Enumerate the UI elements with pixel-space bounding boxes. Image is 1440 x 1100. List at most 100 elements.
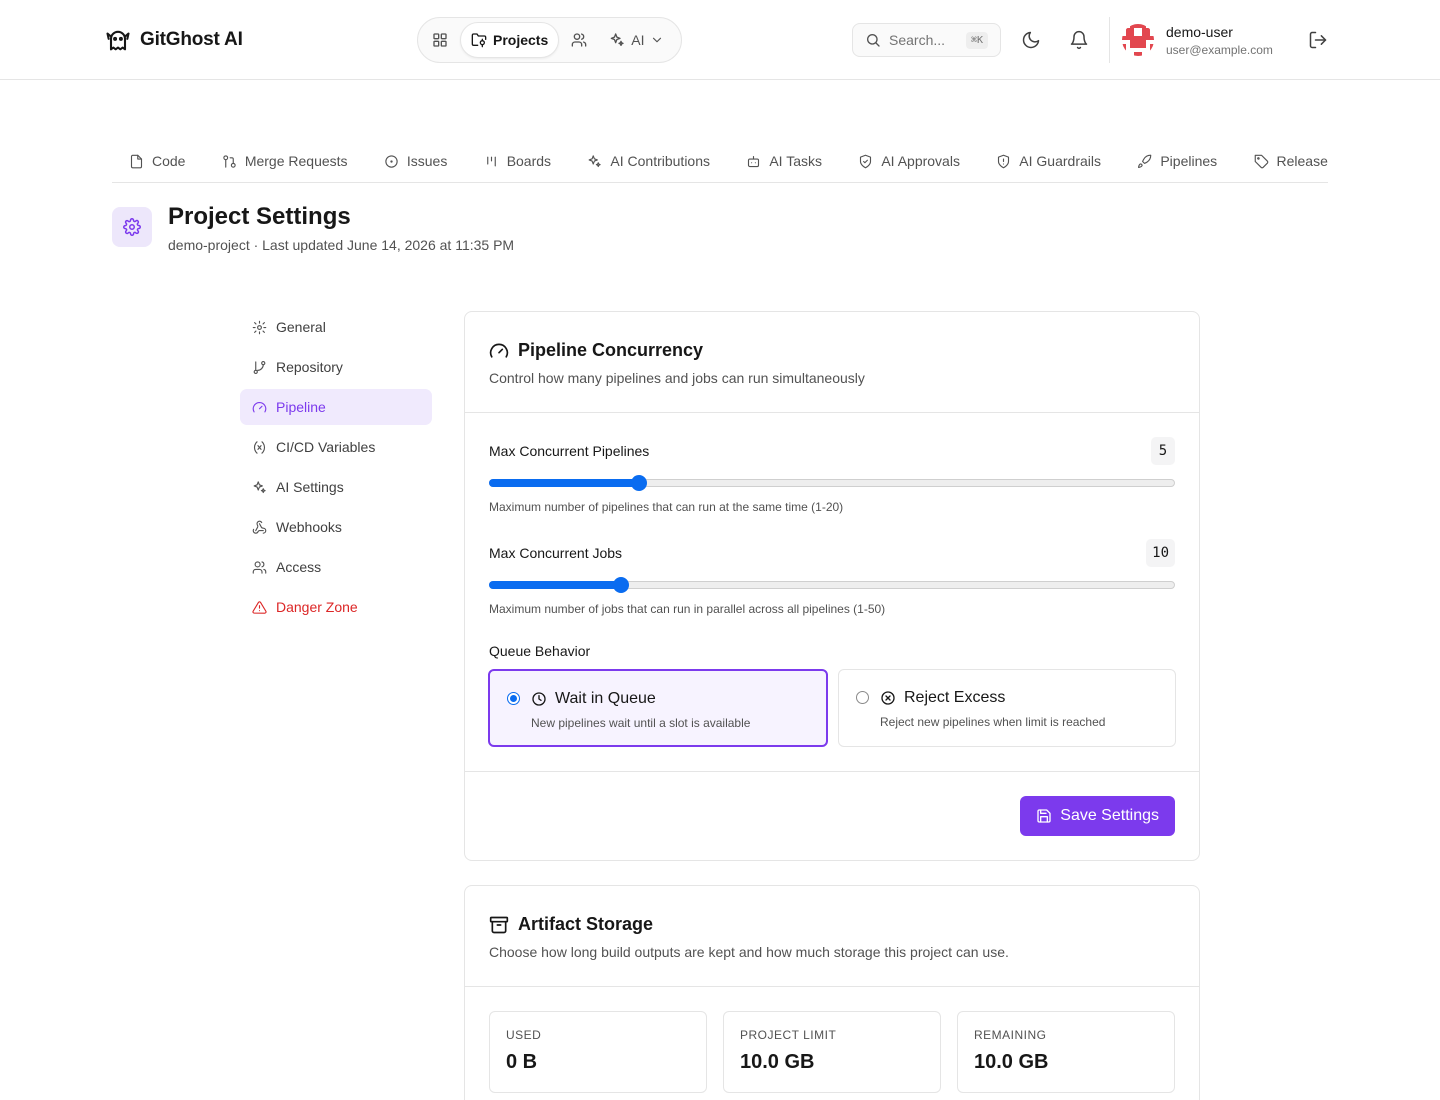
search-input[interactable]: Search... ⌘K — [852, 23, 1001, 57]
card-title: Artifact Storage — [489, 914, 653, 935]
nav-ai-label: AI — [631, 32, 645, 48]
users-icon — [252, 560, 267, 574]
sidebar-item-ai-settings[interactable]: AI Settings — [240, 469, 432, 505]
stat-value: 10.0 GB — [740, 1051, 815, 1073]
tab-ai-tasks[interactable]: AI Tasks — [746, 153, 822, 169]
stat-remaining: REMAINING 10.0 GB — [957, 1011, 1175, 1093]
nav-projects-label: Projects — [493, 32, 549, 48]
sidebar-item-label: General — [276, 319, 326, 335]
radio-button-selected[interactable] — [507, 692, 520, 705]
sidebar-item-webhooks[interactable]: Webhooks — [240, 509, 432, 545]
notifications-button[interactable] — [1069, 30, 1089, 50]
logout-icon — [1309, 31, 1327, 49]
tab-label: AI Tasks — [769, 153, 822, 169]
users-icon — [571, 33, 587, 47]
tab-issues[interactable]: Issues — [384, 153, 447, 169]
user-name: demo-user — [1166, 24, 1233, 40]
bell-icon — [1070, 30, 1088, 50]
chevron-down-icon — [653, 37, 662, 43]
tab-ai-approvals[interactable]: AI Approvals — [858, 153, 960, 169]
kanban-icon — [486, 156, 496, 166]
bot-icon — [748, 155, 760, 167]
tab-label: Release — [1276, 153, 1328, 169]
nav-ai-dropdown[interactable]: AI — [599, 22, 674, 58]
project-tabs: Code Merge Requests Issues Boards AI Con… — [112, 140, 1328, 183]
gear-icon — [252, 320, 267, 334]
save-icon — [1037, 809, 1051, 823]
sidebar-item-cicd-variables[interactable]: CI/CD Variables — [240, 429, 432, 465]
shield-alert-icon — [998, 154, 1010, 168]
sidebar-item-repository[interactable]: Repository — [240, 349, 432, 385]
avatar[interactable] — [1122, 24, 1154, 56]
card-description: Choose how long build outputs are kept a… — [489, 944, 1009, 960]
circle-x-icon — [881, 691, 895, 705]
card-divider — [465, 412, 1199, 413]
clock-icon — [532, 692, 546, 706]
sidebar-item-label: Danger Zone — [276, 599, 358, 615]
queue-option-wait[interactable]: Wait in Queue New pipelines wait until a… — [488, 669, 828, 747]
identicon-avatar-icon — [1122, 24, 1154, 56]
card-description: Control how many pipelines and jobs can … — [489, 370, 865, 386]
sidebar-item-danger-zone[interactable]: Danger Zone — [240, 589, 432, 625]
tab-ai-contributions[interactable]: AI Contributions — [587, 153, 710, 169]
tab-ai-guardrails[interactable]: AI Guardrails — [996, 153, 1101, 169]
card-title: Pipeline Concurrency — [489, 340, 703, 361]
slider-thumb[interactable] — [612, 577, 629, 593]
max-jobs-value: 10 — [1146, 539, 1175, 567]
user-email: user@example.com — [1166, 43, 1273, 57]
save-settings-button[interactable]: Save Settings — [1020, 796, 1175, 836]
tab-merge-requests[interactable]: Merge Requests — [222, 153, 348, 169]
tab-release[interactable]: Release — [1254, 153, 1328, 169]
sidebar-item-access[interactable]: Access — [240, 549, 432, 585]
brand-logo[interactable]: GitGhost AI — [104, 26, 243, 54]
stat-label: PROJECT LIMIT — [740, 1028, 837, 1042]
top-navigation: Projects AI — [417, 17, 682, 63]
max-jobs-slider[interactable] — [489, 577, 1175, 593]
folder-git-icon — [471, 33, 487, 48]
sparkles-icon — [253, 480, 266, 493]
nav-projects-button[interactable]: Projects — [460, 22, 560, 58]
card-title-text: Pipeline Concurrency — [518, 340, 704, 360]
save-button-label: Save Settings — [1060, 807, 1159, 824]
logout-button[interactable] — [1308, 30, 1328, 50]
tab-label: Merge Requests — [244, 153, 348, 169]
gear-icon — [123, 218, 141, 236]
radio-button[interactable] — [856, 691, 869, 704]
queue-option-reject[interactable]: Reject Excess Reject new pipelines when … — [838, 669, 1176, 747]
tab-label: Code — [152, 153, 186, 169]
webhook-icon — [252, 520, 267, 534]
header-divider — [1109, 17, 1110, 63]
sidebar-item-label: AI Settings — [276, 479, 344, 495]
slider-thumb[interactable] — [630, 475, 647, 491]
sidebar-item-general[interactable]: General — [240, 309, 432, 345]
sidebar-item-label: Repository — [276, 359, 343, 375]
option-title: Reject Excess — [880, 689, 1005, 707]
page-title: Project Settings — [168, 203, 351, 230]
tab-pipelines[interactable]: Pipelines — [1137, 153, 1217, 169]
nav-dashboard-button[interactable] — [422, 22, 458, 58]
card-title-text: Artifact Storage — [518, 914, 654, 934]
moon-icon — [1022, 31, 1040, 49]
max-pipelines-slider[interactable] — [489, 475, 1175, 491]
gauge-icon — [252, 401, 267, 412]
tab-label: AI Contributions — [610, 153, 710, 169]
app-header: GitGhost AI Projects AI Search... ⌘K dem… — [0, 0, 1440, 80]
theme-toggle-button[interactable] — [1021, 30, 1041, 50]
nav-users-button[interactable] — [561, 22, 597, 58]
stat-project-limit: PROJECT LIMIT 10.0 GB — [723, 1011, 941, 1093]
tab-boards[interactable]: Boards — [484, 153, 551, 169]
git-pull-request-icon — [223, 154, 236, 168]
sidebar-item-label: Access — [276, 559, 322, 575]
slider-fill — [489, 479, 638, 487]
card-divider — [465, 771, 1199, 772]
max-pipelines-label: Max Concurrent Pipelines — [489, 443, 650, 459]
sidebar-item-pipeline[interactable]: Pipeline — [240, 389, 432, 425]
search-placeholder: Search... — [889, 32, 946, 48]
max-pipelines-value: 5 — [1151, 437, 1175, 465]
page-title-icon — [112, 207, 152, 247]
stat-value: 0 B — [506, 1051, 538, 1073]
warning-icon — [252, 600, 267, 614]
option-title-text: Reject Excess — [904, 689, 1006, 706]
tab-code[interactable]: Code — [129, 153, 185, 169]
sparkles-icon — [610, 33, 624, 46]
